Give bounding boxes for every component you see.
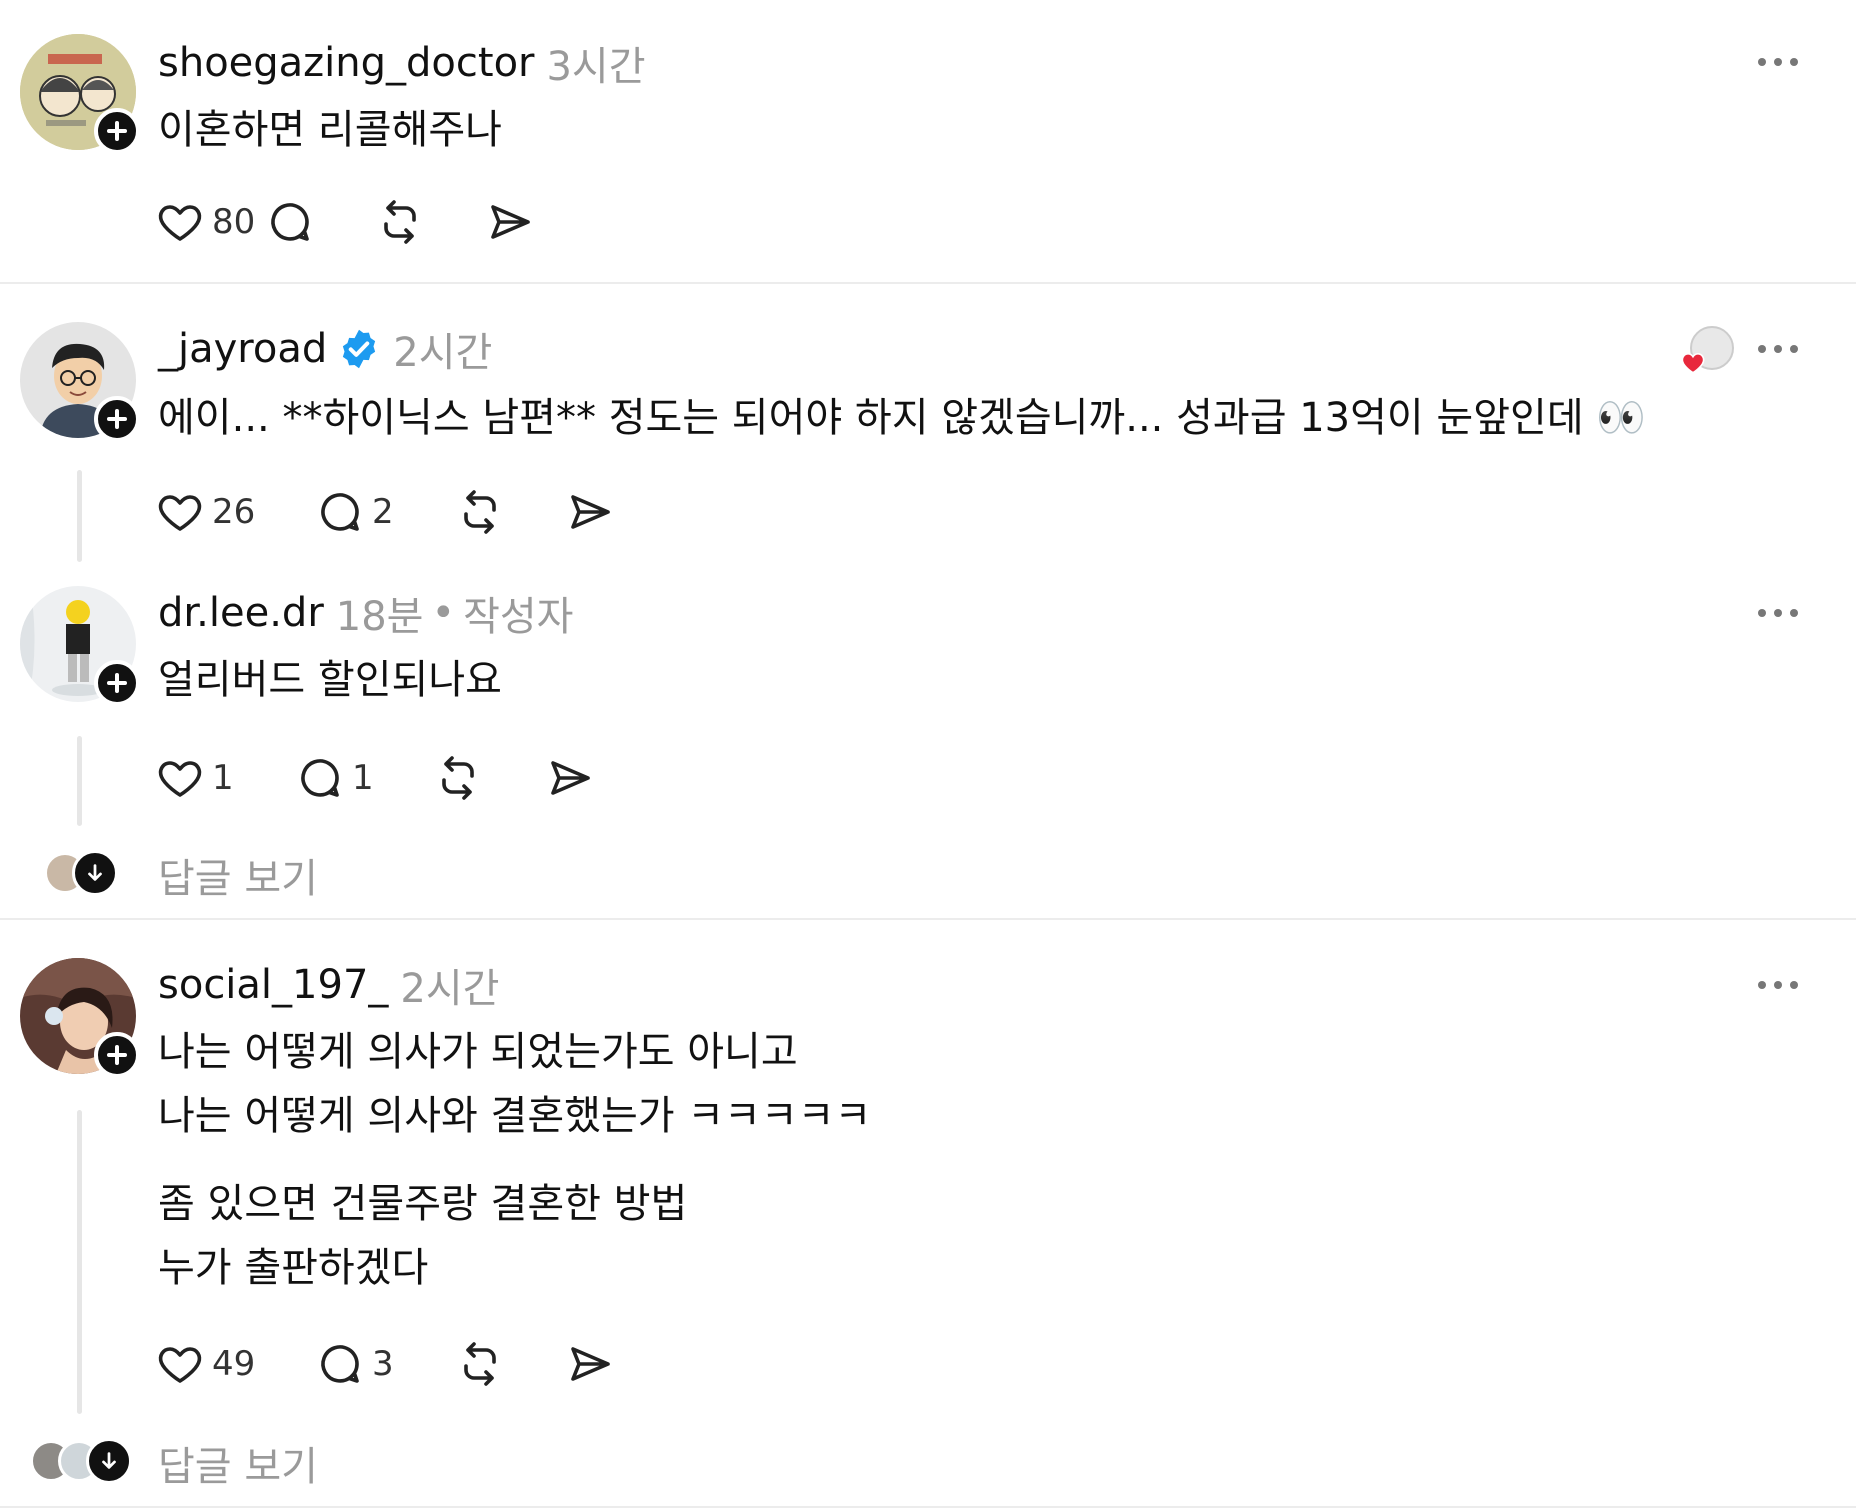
share-button[interactable] [546,752,594,804]
username[interactable]: dr.lee.dr [158,590,324,636]
post-text: 이혼하면 리콜해주나 [158,98,502,162]
more-icon[interactable] [1758,56,1798,68]
speech-bubble-icon [321,493,359,531]
username[interactable]: _jayroad [158,326,327,372]
send-arrow-icon [571,495,610,529]
like-button[interactable]: 26 [156,486,316,538]
view-replies-link[interactable]: 답글 보기 [158,846,318,904]
username[interactable]: shoegazing_doctor [158,40,534,86]
share-button[interactable] [566,1338,614,1390]
reply-count: 2 [372,492,394,532]
avatar-shoegazing-doctor[interactable] [20,34,140,154]
follow-plus-icon[interactable] [94,108,140,154]
post-line: 좀 있으면 건물주랑 결혼한 방법 [158,1181,688,1227]
repost-button[interactable] [434,752,546,804]
like-count: 1 [212,758,234,798]
view-replies-link[interactable]: 답글 보기 [158,1434,318,1492]
repost-button[interactable] [376,196,486,248]
send-arrow-icon [571,1347,610,1381]
post-line: 나는 어떻게 의사가 되었는가도 아니고 [158,1029,798,1075]
repost-arrows-icon [464,1342,496,1386]
arrow-down-icon [72,850,118,896]
more-icon[interactable] [1758,343,1798,355]
post-text: 에이... **하이닉스 남편** 정도는 되어야 하지 않겠습니까... 성과… [158,386,1646,450]
speech-bubble-icon [301,759,339,797]
share-button[interactable] [566,486,614,538]
arrow-down-icon [86,1438,132,1484]
divider [0,282,1856,284]
avatar-jayroad[interactable] [20,322,140,442]
follow-plus-icon[interactable] [94,396,140,442]
heart-outline-icon [158,205,202,241]
like-button[interactable]: 49 [156,1338,316,1390]
action-bar: 80 [156,196,534,248]
post-line: 에이... **하이닉스 남편** 정도는 되어야 하지 않겠습니까... 성과… [158,395,1647,441]
thread-line [77,470,82,562]
like-button[interactable]: 1 [156,752,296,804]
post-line: 누가 출판하겠다 [158,1245,429,1291]
post-line: 이혼하면 리콜해주나 [158,107,502,153]
heart-outline-icon [158,761,202,797]
timestamp: 3시간 [546,44,646,90]
action-bar: 49 3 [156,1338,614,1390]
send-arrow-icon [491,205,530,239]
more-icon[interactable] [1758,979,1798,991]
repost-arrows-icon [464,490,496,534]
reply-count: 1 [352,758,374,798]
separator: • [431,590,456,636]
heart-outline-icon [158,1347,202,1383]
verified-badge-icon [343,329,376,369]
heart-filled-icon [1681,352,1705,374]
repost-button[interactable] [456,1338,566,1390]
reply-avatars[interactable] [30,1438,132,1484]
post-line: 얼리버드 할인되나요 [158,657,502,703]
username[interactable]: social_197_ [158,962,388,1008]
divider [0,918,1856,920]
avatar-social-197[interactable] [20,958,140,1078]
speech-bubble-icon [321,1345,359,1383]
follow-plus-icon[interactable] [94,660,140,706]
repost-arrows-icon [384,200,416,244]
action-bar: 1 1 [156,752,594,804]
repost-button[interactable] [456,486,566,538]
avatar-dr-lee-dr[interactable] [20,586,140,706]
author-tag: 작성자 [463,594,574,640]
timestamp: 2시간 [393,330,493,376]
reply-button[interactable]: 2 [316,486,456,538]
like-count: 80 [212,202,256,242]
post-text: 얼리버드 할인되나요 [158,648,502,712]
action-bar: 26 2 [156,486,614,538]
send-arrow-icon [551,761,590,795]
share-button[interactable] [486,196,534,248]
heart-outline-icon [158,495,202,531]
reply-button[interactable] [266,196,376,248]
timestamp: 2시간 [400,966,500,1012]
like-count: 26 [212,492,256,532]
repost-arrows-icon [442,756,474,800]
divider [0,1506,1856,1508]
thread-line [77,736,82,826]
reply-count: 3 [372,1344,394,1384]
reply-button[interactable]: 1 [296,752,434,804]
post-line: 나는 어떻게 의사와 결혼했는가 ㅋㅋㅋㅋㅋ [158,1093,872,1139]
more-icon[interactable] [1758,607,1798,619]
reply-avatars[interactable] [44,850,118,896]
follow-plus-icon[interactable] [94,1032,140,1078]
like-button[interactable]: 80 [156,196,266,248]
thread-line [77,1110,82,1414]
reply-button[interactable]: 3 [316,1338,456,1390]
speech-bubble-icon [271,203,309,241]
timestamp: 18분 [335,594,424,640]
post-text: 나는 어떻게 의사가 되었는가도 아니고 나는 어떻게 의사와 결혼했는가 ㅋㅋ… [158,1020,871,1300]
like-count: 49 [212,1344,256,1384]
